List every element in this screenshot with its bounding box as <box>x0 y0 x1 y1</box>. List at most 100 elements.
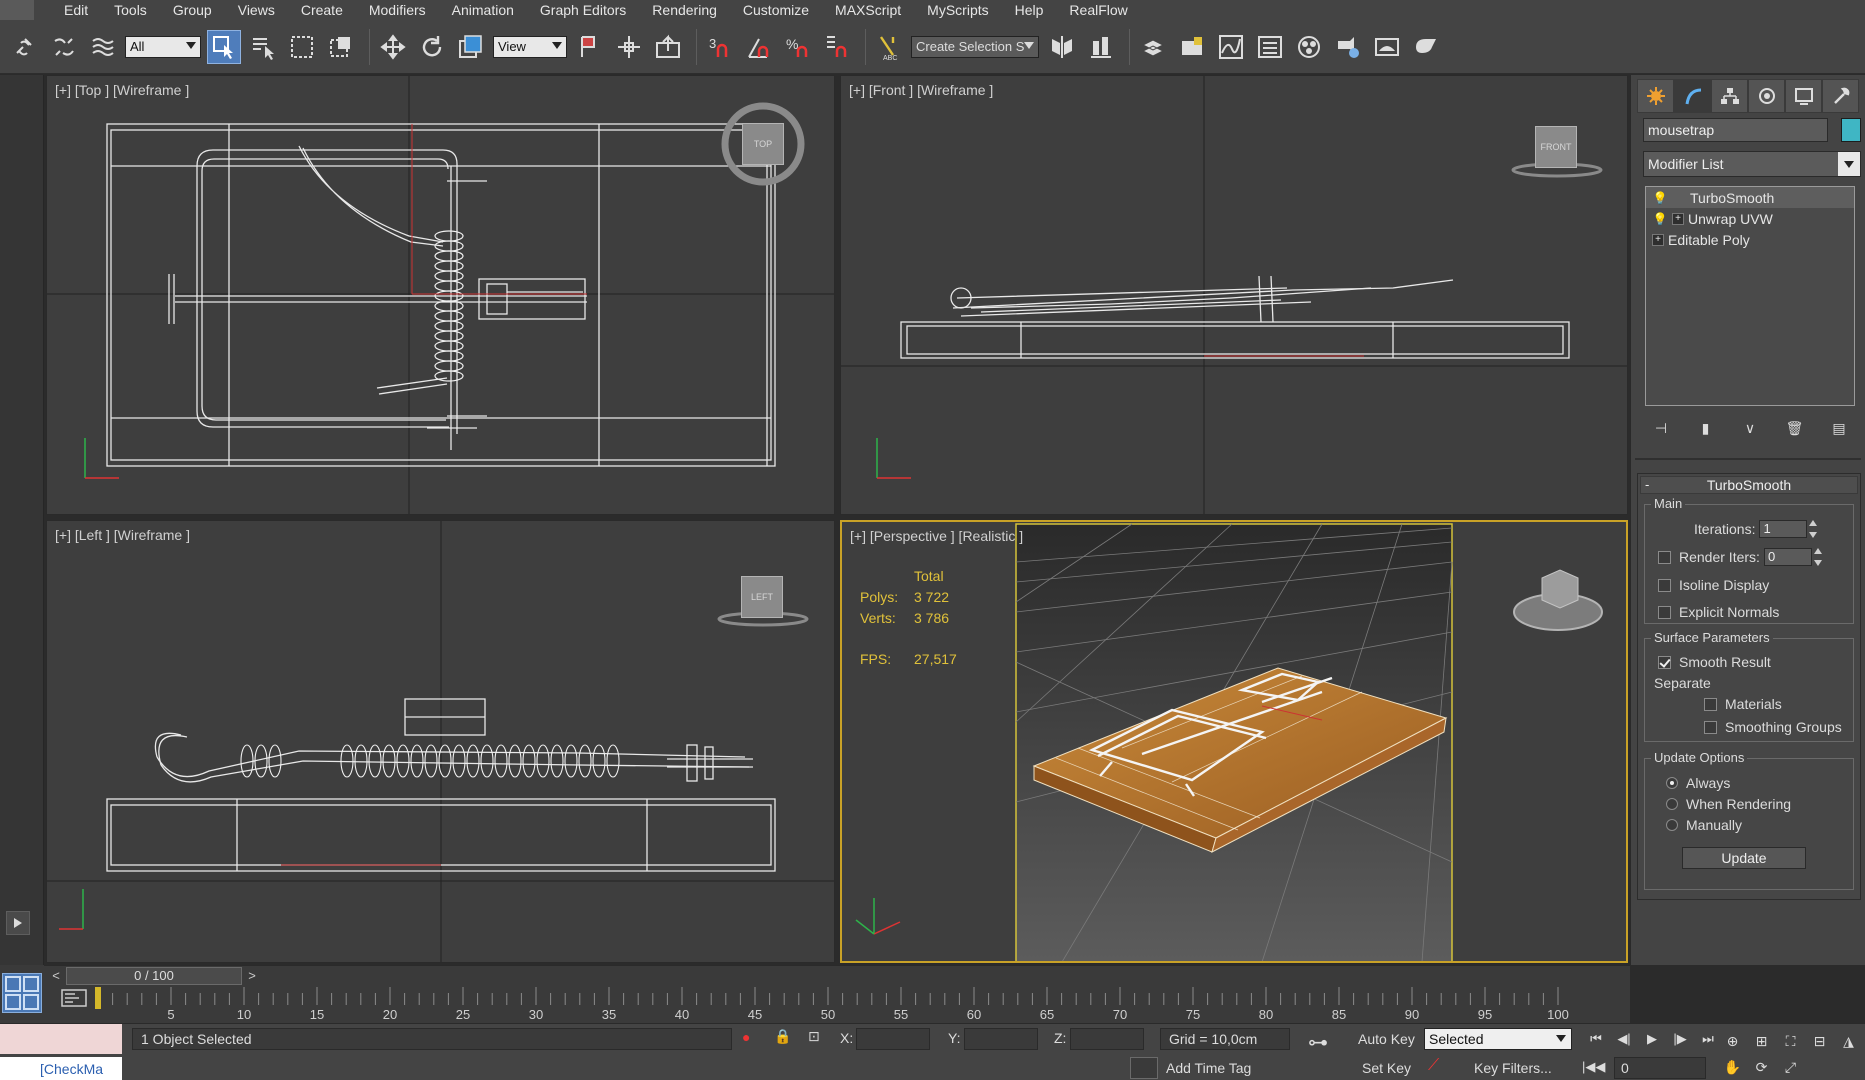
rotate-icon[interactable] <box>415 30 449 64</box>
rectangular-selection-icon[interactable] <box>285 30 319 64</box>
time-slider-next-button[interactable]: > <box>244 968 260 984</box>
layer-manager-icon[interactable] <box>1136 30 1170 64</box>
key-mode-toggle-icon[interactable]: |◀◀ <box>1582 1059 1605 1075</box>
expand-plus-icon[interactable]: + <box>1672 212 1684 225</box>
lightbulb-icon[interactable]: 💡 <box>1652 191 1668 205</box>
menu-modifiers[interactable]: Modifiers <box>369 0 426 20</box>
z-coord-field[interactable] <box>1070 1028 1144 1050</box>
zoom-extents-all-icon[interactable]: ⊟ <box>1805 1028 1834 1054</box>
menu-create[interactable]: Create <box>301 0 343 20</box>
maxscript-mini-listener[interactable]: [CheckMa <box>0 1057 122 1080</box>
update-manually-radio[interactable] <box>1666 819 1678 831</box>
expand-play-icon[interactable] <box>6 911 30 935</box>
maximize-viewport-icon[interactable]: ⤢ <box>1776 1054 1805 1080</box>
render-icon[interactable] <box>1409 30 1443 64</box>
configure-modifier-sets-icon[interactable]: ▤ <box>1829 417 1849 439</box>
render-iters-checkbox[interactable] <box>1658 550 1671 564</box>
unlink-icon[interactable] <box>47 30 81 64</box>
viewport-top[interactable]: [+] [Top ] [Wireframe ] TOP <box>46 75 835 515</box>
isolate-selection-icon[interactable]: ● <box>742 1029 750 1045</box>
viewport-layout-icon[interactable] <box>2 973 42 1013</box>
expand-plus-icon[interactable]: + <box>1652 233 1664 246</box>
object-name-field[interactable]: mousetrap <box>1643 118 1828 142</box>
mirror-icon[interactable] <box>1045 30 1079 64</box>
zoom-all-icon[interactable]: ⊞ <box>1747 1028 1776 1054</box>
menu-maxscript[interactable]: MAXScript <box>835 0 901 20</box>
iterations-spinner-arrows[interactable] <box>1809 520 1819 538</box>
bind-space-warp-icon[interactable] <box>86 30 120 64</box>
viewport-perspective[interactable]: [+] [Perspective ] [Realistic ] Total Po… <box>840 520 1628 963</box>
time-slider-prev-button[interactable]: < <box>48 968 64 984</box>
curve-editor-icon[interactable] <box>1214 30 1248 64</box>
previous-frame-icon[interactable]: ◀| <box>1610 1028 1638 1050</box>
viewport-label[interactable]: [+] [Perspective ] [Realistic ] <box>850 528 1023 544</box>
hierarchy-tab-icon[interactable] <box>1711 79 1748 113</box>
modifier-list-dropdown[interactable]: Modifier List <box>1643 151 1861 177</box>
viewport-label[interactable]: [+] [Front ] [Wireframe ] <box>849 82 993 98</box>
reference-coordinate-dropdown[interactable]: View <box>493 35 567 58</box>
lightbulb-icon[interactable]: 💡 <box>1652 212 1668 226</box>
time-slider[interactable]: < 0 / 100 > <box>44 965 1630 985</box>
go-to-start-icon[interactable]: ⏮ <box>1582 1028 1610 1050</box>
viewport-label[interactable]: [+] [Top ] [Wireframe ] <box>55 82 189 98</box>
field-of-view-icon[interactable]: ◮ <box>1834 1028 1863 1054</box>
pan-icon[interactable]: ✋ <box>1718 1054 1747 1080</box>
track-bar[interactable]: 5 10 15 20 25 30 35 40 45 50 55 60 65 70 75 80 85 90 95 100 <box>44 985 1630 1023</box>
menu-edit[interactable]: Edit <box>64 0 88 20</box>
schematic-view-icon[interactable] <box>1253 30 1287 64</box>
modify-tab-icon[interactable] <box>1674 79 1711 113</box>
viewcube-icon[interactable]: FRONT <box>1535 126 1577 168</box>
scale-icon[interactable] <box>454 30 488 64</box>
set-keys-icon[interactable]: ⟋ <box>1428 1057 1439 1075</box>
next-frame-icon[interactable]: |▶ <box>1666 1028 1694 1050</box>
auto-key-button[interactable]: Auto Key <box>1358 1028 1415 1050</box>
update-button[interactable]: Update <box>1682 847 1806 869</box>
object-color-swatch[interactable] <box>1841 118 1861 142</box>
update-when-rendering-radio[interactable] <box>1666 798 1678 810</box>
display-tab-icon[interactable] <box>1785 79 1822 113</box>
key-mode-dropdown[interactable]: Selected <box>1424 1028 1572 1050</box>
remove-modifier-icon[interactable]: 🗑 <box>1785 417 1805 439</box>
current-frame-field[interactable]: 0 <box>1614 1057 1706 1079</box>
application-button[interactable] <box>0 0 34 20</box>
add-time-tag[interactable]: Add Time Tag <box>1130 1057 1300 1079</box>
selection-lock-toggle-icon[interactable]: 🔒 <box>774 1028 791 1045</box>
snaps-toggle-icon[interactable]: 3 <box>703 30 737 64</box>
iterations-input[interactable]: 1 <box>1759 520 1808 538</box>
play-icon[interactable]: ▶ <box>1638 1028 1666 1050</box>
zoom-icon[interactable]: ⊕ <box>1718 1028 1747 1054</box>
create-tab-icon[interactable] <box>1637 79 1674 113</box>
key-filters-button[interactable]: Key Filters... <box>1474 1057 1552 1079</box>
menu-animation[interactable]: Animation <box>452 0 514 20</box>
curve-editor-mini-icon[interactable] <box>60 988 90 1010</box>
x-coord-field[interactable] <box>856 1028 930 1050</box>
absolute-mode-icon[interactable]: ⊡ <box>808 1028 820 1045</box>
isoline-display-checkbox[interactable] <box>1658 578 1671 592</box>
stack-item-turbosmooth[interactable]: 💡 TurboSmooth <box>1646 187 1854 208</box>
select-object-icon[interactable] <box>207 29 241 64</box>
menu-help[interactable]: Help <box>1015 0 1044 20</box>
orbit-icon[interactable]: ⟳ <box>1747 1054 1776 1080</box>
motion-tab-icon[interactable] <box>1748 79 1785 113</box>
time-slider-thumb[interactable]: 0 / 100 <box>66 967 242 985</box>
rendered-frame-icon[interactable] <box>1370 30 1404 64</box>
set-key-mode-icon[interactable]: ⊶ <box>1308 1030 1328 1055</box>
graphite-icon[interactable] <box>1175 30 1209 64</box>
zoom-extents-icon[interactable]: ⛶ <box>1776 1028 1805 1054</box>
collapse-minus-icon[interactable]: - <box>1645 477 1649 493</box>
make-unique-icon[interactable]: ∨ <box>1740 417 1760 439</box>
named-selection-dropdown[interactable]: Create Selection Se <box>911 35 1039 58</box>
show-end-result-icon[interactable]: ▮ <box>1696 417 1716 439</box>
pin-stack-icon[interactable]: ⊣ <box>1651 417 1671 439</box>
viewport-label[interactable]: [+] [Left ] [Wireframe ] <box>55 527 190 543</box>
smoothing-groups-checkbox[interactable] <box>1704 720 1717 734</box>
material-editor-icon[interactable] <box>1292 30 1326 64</box>
maxscript-listener-field[interactable] <box>0 1024 122 1054</box>
render-iters-input[interactable]: 0 <box>1763 548 1812 566</box>
viewcube-icon[interactable]: LEFT <box>741 576 783 618</box>
move-icon[interactable] <box>376 30 410 64</box>
render-setup-icon[interactable] <box>1331 30 1365 64</box>
pivot-icon[interactable] <box>573 30 607 64</box>
stack-item-editable-poly[interactable]: + Editable Poly <box>1646 229 1854 250</box>
window-crossing-icon[interactable] <box>324 30 358 64</box>
